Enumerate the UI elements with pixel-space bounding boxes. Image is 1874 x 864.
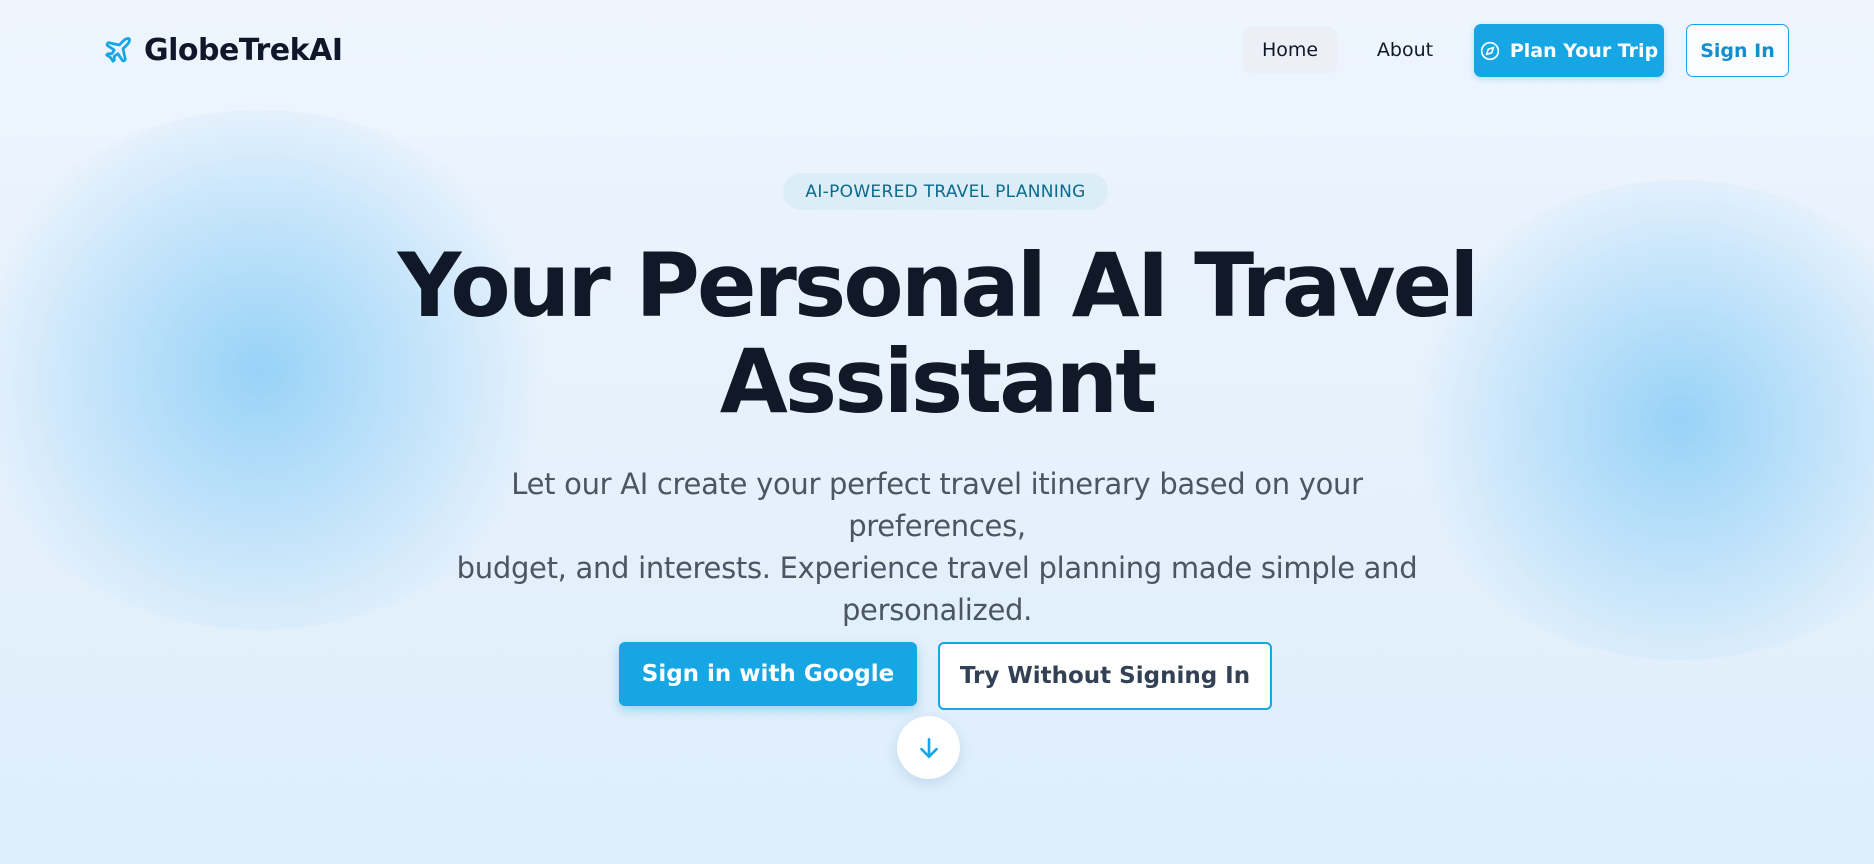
airplane-icon [102, 34, 134, 66]
hero-subtitle-line2: budget, and interests. Experience travel… [456, 551, 1418, 585]
navbar: GlobeTrekAI Home About Plan Your Trip Si… [0, 0, 1874, 100]
hero-subtitle-line3: personalized. [841, 593, 1033, 627]
arrow-down-icon [916, 735, 942, 761]
plan-your-trip-button[interactable]: Plan Your Trip [1474, 24, 1664, 77]
hero-subtitle: Let our AI create your perfect travel it… [420, 463, 1454, 631]
brand-logo-link[interactable]: GlobeTrekAI [102, 30, 343, 70]
compass-icon [1480, 41, 1500, 61]
scroll-down-button[interactable] [897, 716, 960, 779]
hero-headline-line2: Assistant [719, 330, 1158, 433]
plan-your-trip-label: Plan Your Trip [1509, 39, 1659, 62]
brand-name: GlobeTrekAI [144, 32, 343, 68]
nav-home-link[interactable]: Home [1243, 27, 1337, 73]
hero-badge: AI-POWERED TRAVEL PLANNING [783, 173, 1108, 210]
try-without-signing-in-button[interactable]: Try Without Signing In [938, 642, 1272, 710]
sign-in-with-google-button[interactable]: Sign in with Google [619, 642, 917, 706]
hero-headline-line1: Your Personal AI Travel [397, 234, 1480, 337]
nav-about-link[interactable]: About [1362, 27, 1448, 73]
hero-headline: Your Personal AI Travel Assistant [337, 238, 1537, 430]
sign-in-button[interactable]: Sign In [1686, 24, 1789, 77]
hero-subtitle-line1: Let our AI create your perfect travel it… [511, 467, 1363, 543]
